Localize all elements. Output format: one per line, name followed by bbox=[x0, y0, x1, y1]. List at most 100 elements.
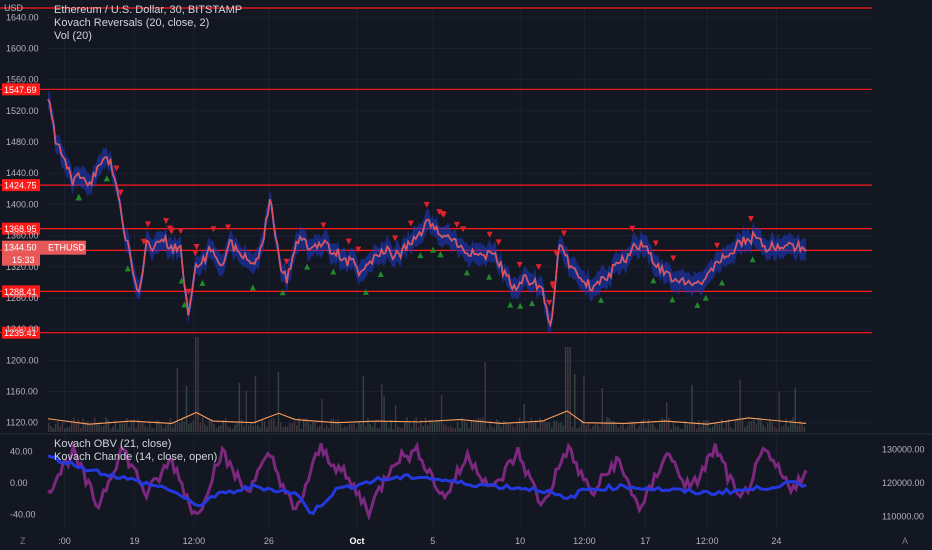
volume-bar bbox=[695, 428, 698, 432]
volume-bar bbox=[560, 422, 562, 432]
volume-bar bbox=[493, 427, 496, 432]
volume-bar bbox=[204, 424, 206, 432]
volume-bar bbox=[224, 418, 227, 432]
volume-bar bbox=[328, 427, 330, 432]
volume-bar bbox=[220, 425, 222, 432]
volume-bar bbox=[590, 428, 592, 432]
volume-bar bbox=[785, 418, 787, 432]
volume-bar bbox=[155, 420, 158, 432]
price-tick-label: 1360.00 bbox=[6, 231, 39, 241]
volume-bar bbox=[562, 425, 564, 432]
volume-bar bbox=[668, 417, 670, 432]
volume-bar bbox=[192, 420, 195, 432]
indicator-legend-obv[interactable]: Kovach OBV (21, close) bbox=[54, 438, 171, 451]
volume-bar bbox=[337, 419, 339, 432]
volume-bar bbox=[610, 420, 613, 432]
volume-bar bbox=[91, 424, 94, 432]
time-tick-label: 5 bbox=[430, 536, 435, 546]
volume-bar bbox=[206, 426, 208, 432]
price-tick-label: 1200.00 bbox=[6, 355, 39, 365]
volume-bar bbox=[160, 424, 162, 432]
volume-bar bbox=[362, 376, 365, 432]
volume-bar bbox=[553, 420, 555, 432]
volume-bar bbox=[112, 426, 114, 432]
volume-bar bbox=[397, 426, 399, 432]
trading-chart[interactable]: 1547.691424.751368.951341.041288.411235.… bbox=[0, 0, 932, 550]
symbol-legend[interactable]: Ethereum / U.S. Dollar, 30, BITSTAMP bbox=[54, 4, 242, 17]
volume-bar bbox=[227, 426, 229, 432]
volume-bar bbox=[551, 427, 553, 432]
volume-bar bbox=[734, 419, 737, 432]
volume-bar bbox=[87, 421, 89, 432]
volume-bar bbox=[459, 428, 461, 432]
price-tick-label: 1480.00 bbox=[6, 137, 39, 147]
volume-bar bbox=[121, 423, 123, 432]
indicator-legend-reversals[interactable]: Kovach Reversals (20, close, 2) bbox=[54, 17, 209, 30]
volume-bar bbox=[597, 424, 599, 432]
volume-bar bbox=[654, 427, 656, 432]
volume-bar bbox=[353, 423, 355, 432]
volume-bar bbox=[261, 420, 264, 432]
volume-bar bbox=[355, 428, 358, 432]
volume-bar bbox=[652, 423, 654, 432]
price-tick-label: 1160.00 bbox=[6, 386, 38, 396]
volume-bar bbox=[702, 420, 705, 432]
volume-bar bbox=[525, 428, 528, 432]
volume-bar bbox=[636, 428, 638, 432]
obv-tick-label: 130000.00 bbox=[882, 444, 925, 454]
volume-bar bbox=[188, 424, 190, 432]
auto-scale-icon[interactable]: A bbox=[902, 536, 908, 546]
volume-bar bbox=[576, 428, 578, 432]
volume-bar bbox=[229, 427, 231, 432]
volume-bar bbox=[213, 423, 215, 432]
price-tick-label: 1560.00 bbox=[6, 75, 39, 85]
volume-bar bbox=[339, 423, 342, 432]
volume-bar bbox=[174, 423, 176, 432]
volume-bar bbox=[302, 418, 305, 432]
volume-bar bbox=[165, 425, 167, 432]
volume-bar bbox=[280, 422, 282, 432]
volume-bar bbox=[686, 424, 689, 432]
volume-bar bbox=[571, 426, 574, 432]
currency-label: USD bbox=[4, 3, 24, 13]
volume-bar bbox=[259, 427, 261, 432]
volume-bar bbox=[714, 422, 716, 432]
volume-bar bbox=[80, 428, 82, 432]
volume-bar bbox=[548, 422, 551, 432]
indicator-legend-volume[interactable]: Vol (20) bbox=[54, 30, 92, 43]
volume-bar bbox=[601, 388, 604, 432]
volume-bar bbox=[176, 368, 179, 432]
price-tick-label: 1400.00 bbox=[6, 199, 39, 209]
volume-bar bbox=[638, 425, 640, 432]
volume-bar bbox=[486, 428, 489, 432]
time-tick-label: 10 bbox=[515, 536, 525, 546]
volume-bar bbox=[314, 420, 316, 432]
volume-bar bbox=[325, 425, 328, 432]
volume-bar bbox=[183, 421, 185, 432]
volume-bar bbox=[507, 423, 509, 432]
volume-bar bbox=[201, 417, 204, 432]
volume-bar bbox=[146, 427, 149, 432]
volume-bar bbox=[502, 420, 505, 432]
volume-bar bbox=[661, 417, 663, 432]
volume-bar bbox=[268, 419, 270, 432]
volume-bar bbox=[139, 423, 142, 432]
volume-bar bbox=[537, 427, 539, 432]
volume-bar bbox=[296, 425, 298, 432]
volume-bar bbox=[374, 421, 376, 432]
volume-bar bbox=[796, 425, 799, 432]
volume-bar bbox=[599, 427, 601, 432]
volume-bar bbox=[70, 420, 73, 432]
volume-bar bbox=[415, 417, 417, 432]
volume-bar bbox=[427, 425, 429, 432]
indicator-legend-chande[interactable]: Kovach Chande (14, close, open) bbox=[54, 451, 217, 464]
volume-bar bbox=[130, 421, 133, 432]
volume-bar bbox=[410, 427, 413, 432]
volume-bar bbox=[603, 423, 606, 432]
volume-bar bbox=[151, 427, 153, 432]
volume-bar bbox=[181, 418, 183, 432]
volume-bar bbox=[438, 420, 440, 432]
zoom-icon[interactable]: Z bbox=[20, 536, 26, 546]
volume-bar bbox=[231, 428, 234, 432]
volume-bar bbox=[68, 426, 71, 432]
